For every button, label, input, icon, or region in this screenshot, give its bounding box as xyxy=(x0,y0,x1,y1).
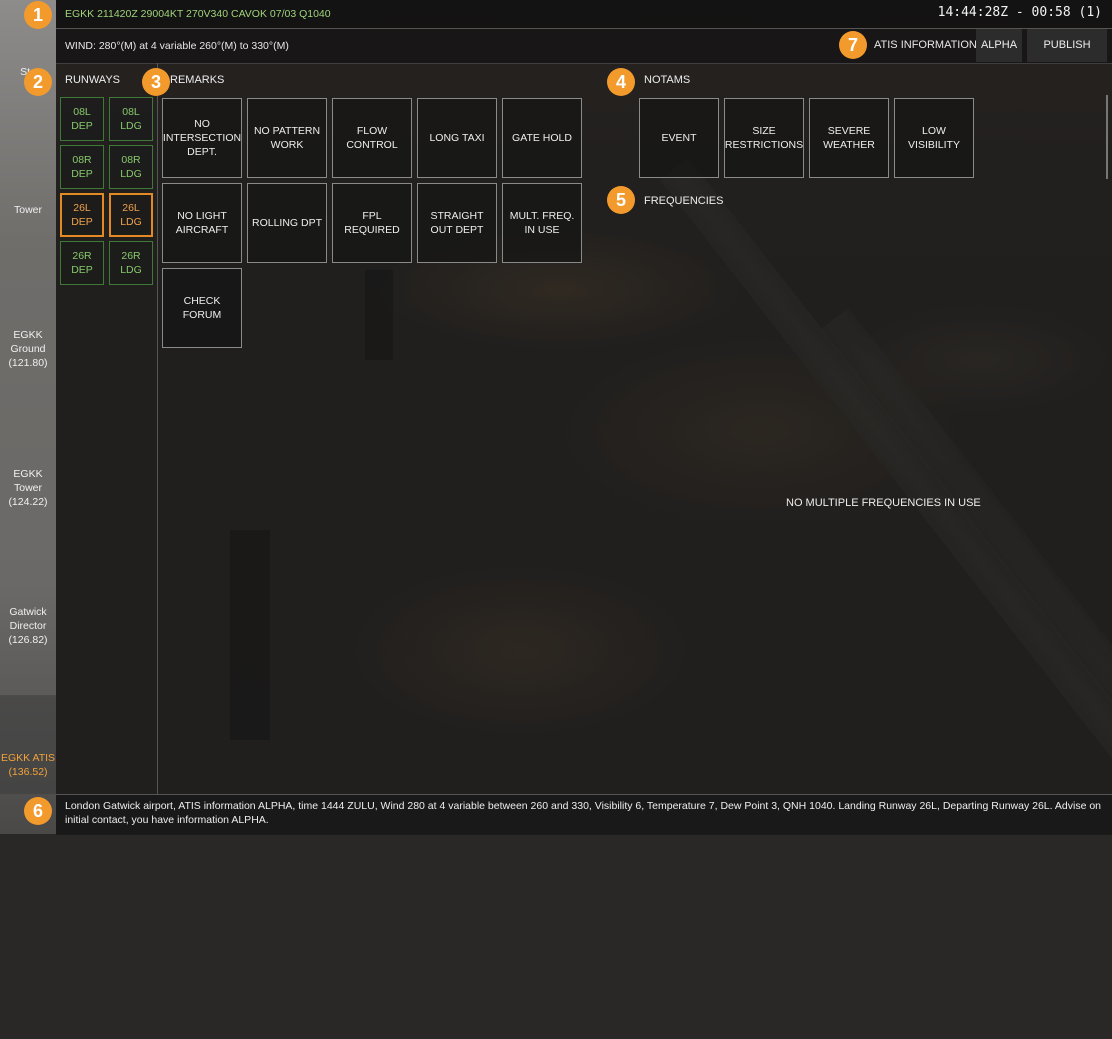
sidebar-item-egkk-atis[interactable]: EGKK ATIS (136.52) xyxy=(0,695,56,794)
sidebar-item-egkk-ground[interactable]: EGKK Ground (121.80) xyxy=(0,328,56,370)
notam-button[interactable]: LOW VISIBILITY xyxy=(894,98,974,178)
remark-button[interactable]: GATE HOLD xyxy=(502,98,582,178)
runway-button[interactable]: 26L LDG xyxy=(109,193,153,237)
remark-button[interactable]: LONG TAXI xyxy=(417,98,497,178)
marker-2: 2 xyxy=(24,68,52,96)
wind-text: WIND: 280°(M) at 4 variable 260°(M) to 3… xyxy=(65,40,289,52)
notams-heading: NOTAMS xyxy=(644,74,691,86)
runway-button[interactable]: 08L LDG xyxy=(109,97,153,141)
notam-button[interactable]: SIZE RESTRICTIONS xyxy=(724,98,804,178)
runway-button-label: 08R LDG xyxy=(120,154,142,180)
remark-button-label: CHECK FORUM xyxy=(182,295,222,321)
notam-button-label: EVENT xyxy=(661,132,697,144)
station-sidebar: Sta Tower EGKKGround(121.80) EGKKTower(1… xyxy=(0,0,56,834)
sidebar-item-gatwick-director[interactable]: Gatwick Director (126.82) xyxy=(0,605,56,647)
remark-button-label: FPL REQUIRED xyxy=(344,210,400,236)
remark-button-label: MULT. FREQ. IN USE xyxy=(509,210,575,236)
remark-button[interactable]: FPL REQUIRED xyxy=(332,183,412,263)
marker-1: 1 xyxy=(24,1,52,29)
remark-button[interactable]: CHECK FORUM xyxy=(162,268,242,348)
frequencies-heading: FREQUENCIES xyxy=(644,195,724,207)
runway-button-label: 26L LDG xyxy=(120,202,142,228)
runway-button-label: 08L DEP xyxy=(71,106,93,132)
remark-button-label: LONG TAXI xyxy=(429,132,485,144)
marker-4: 4 xyxy=(607,68,635,96)
remark-button-label: NO INTERSECTION DEPT. xyxy=(162,118,242,158)
runway-button-label: 26R LDG xyxy=(120,250,142,276)
marker-5: 5 xyxy=(607,186,635,214)
remark-button[interactable]: FLOW CONTROL xyxy=(332,98,412,178)
remark-button[interactable]: NO PATTERN WORK xyxy=(247,98,327,178)
notam-button-label: SIZE RESTRICTIONS xyxy=(724,125,804,151)
runways-heading: RUNWAYS xyxy=(65,74,120,86)
remark-button-label: NO LIGHT AIRCRAFT xyxy=(175,210,229,236)
remark-button[interactable]: STRAIGHT OUT DEPT xyxy=(417,183,497,263)
atis-information-label: ATIS INFORMATION xyxy=(874,39,977,51)
runway-button-label: 08L LDG xyxy=(120,106,142,132)
runway-button[interactable]: 08L DEP xyxy=(60,97,104,141)
metar-text: EGKK 211420Z 29004KT 270V340 CAVOK 07/03… xyxy=(65,8,331,20)
runway-button[interactable]: 08R LDG xyxy=(109,145,153,189)
remark-button-label: ROLLING DPT xyxy=(251,217,322,229)
publish-button[interactable]: PUBLISH xyxy=(1027,29,1107,62)
remark-button[interactable]: NO LIGHT AIRCRAFT xyxy=(162,183,242,263)
clock-display: 14:44:28Z - 00:58 (1) xyxy=(937,5,1102,20)
notam-button[interactable]: SEVERE WEATHER xyxy=(809,98,889,178)
marker-3: 3 xyxy=(142,68,170,96)
remarks-heading: REMARKS xyxy=(170,74,225,86)
runway-button-label: 26L DEP xyxy=(71,202,93,228)
remark-button-label: STRAIGHT OUT DEPT xyxy=(430,210,484,236)
marker-7: 7 xyxy=(839,31,867,59)
notam-button-label: SEVERE WEATHER xyxy=(823,125,875,151)
sidebar-item-tower[interactable]: Tower xyxy=(0,203,56,217)
remark-button-label: FLOW CONTROL xyxy=(346,125,398,151)
remark-button-label: NO PATTERN WORK xyxy=(253,125,321,151)
frequencies-status: NO MULTIPLE FREQUENCIES IN USE xyxy=(786,497,981,509)
remark-button-label: GATE HOLD xyxy=(512,132,572,144)
notams-scrollbar[interactable] xyxy=(1106,95,1108,179)
notam-button[interactable]: EVENT xyxy=(639,98,719,178)
runway-button[interactable]: 26R LDG xyxy=(109,241,153,285)
runway-button-label: 08R DEP xyxy=(71,154,93,180)
runway-button[interactable]: 26R DEP xyxy=(60,241,104,285)
runway-button-label: 26R DEP xyxy=(71,250,93,276)
notam-button-label: LOW VISIBILITY xyxy=(908,125,960,151)
column-divider xyxy=(157,63,158,794)
atis-letter-button[interactable]: ALPHA xyxy=(976,29,1022,62)
marker-6: 6 xyxy=(24,797,52,825)
atis-broadcast-text: London Gatwick airport, ATIS information… xyxy=(65,800,1102,826)
runway-button[interactable]: 26L DEP xyxy=(60,193,104,237)
remark-button[interactable]: ROLLING DPT xyxy=(247,183,327,263)
sidebar-item-egkk-tower[interactable]: EGKK Tower (124.22) xyxy=(0,467,56,509)
runway-button[interactable]: 08R DEP xyxy=(60,145,104,189)
remark-button[interactable]: NO INTERSECTION DEPT. xyxy=(162,98,242,178)
remark-button[interactable]: MULT. FREQ. IN USE xyxy=(502,183,582,263)
